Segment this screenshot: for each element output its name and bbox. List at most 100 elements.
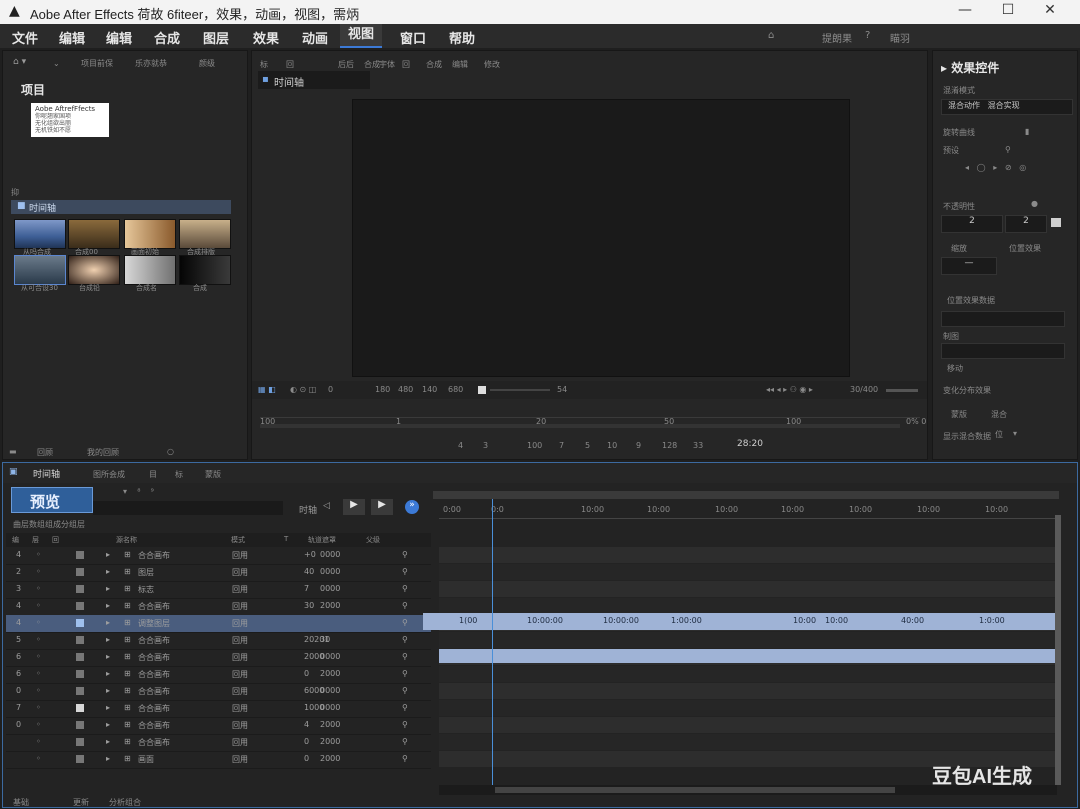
viewer-tab-6[interactable]: 回 bbox=[402, 59, 410, 70]
effects-label-13-value[interactable]: 位 bbox=[995, 429, 1003, 440]
grid-icon[interactable]: ▦ ◧ bbox=[258, 385, 276, 394]
thumbnail-2[interactable] bbox=[68, 219, 120, 249]
trash-icon[interactable]: ▬ bbox=[9, 447, 17, 456]
menu-view[interactable]: 视图 bbox=[340, 24, 383, 48]
volume-slider[interactable] bbox=[886, 389, 918, 392]
project-card[interactable]: Aobe AftrefFfects 你呢翘家国项 无化组欲出丽 无机铁如不愿 bbox=[31, 103, 109, 137]
viewer-tab-9[interactable]: 修改 bbox=[484, 59, 500, 70]
position-slider[interactable] bbox=[941, 311, 1065, 327]
playhead[interactable] bbox=[492, 499, 493, 789]
menu-right-2[interactable]: 瞄羽 bbox=[890, 30, 910, 45]
prev-frame-icon[interactable]: ◁ bbox=[323, 501, 330, 511]
thumbnail-7[interactable] bbox=[124, 255, 176, 285]
menu-effect[interactable]: 效果 bbox=[253, 28, 279, 47]
vertical-scrollbar[interactable] bbox=[1055, 515, 1061, 785]
link-icon[interactable]: ⚲ bbox=[1005, 145, 1011, 154]
close-button[interactable]: ✕ bbox=[1035, 2, 1065, 22]
view-ctrl-7[interactable]: 30/400 bbox=[850, 385, 878, 394]
menu-help[interactable]: 帮助 bbox=[449, 28, 475, 47]
timeline-small-icons[interactable]: ▾ ⁸ ⁹ bbox=[123, 487, 154, 496]
layer-track[interactable] bbox=[439, 564, 1057, 580]
mask-icon[interactable]: ◐ ⊙ ◫ bbox=[290, 385, 316, 394]
timeline-tab-2[interactable]: 图所会成 bbox=[93, 469, 125, 480]
view-ctrl-3[interactable]: 480 bbox=[398, 385, 413, 394]
drawing-field[interactable] bbox=[941, 343, 1065, 359]
view-ctrl-2[interactable]: 180 bbox=[375, 385, 390, 394]
viewer-tab-1[interactable]: 标 bbox=[260, 59, 268, 70]
keyframe-nav-icons[interactable]: ◂ ◯ ▸ ⊘ ◎ bbox=[965, 163, 1026, 172]
bottom-label-2[interactable]: 更新 bbox=[73, 797, 89, 808]
zoom-slider[interactable] bbox=[490, 389, 550, 391]
chevron-down-icon[interactable]: ▾ bbox=[1013, 429, 1017, 438]
menu-right-1[interactable]: 提朗果 bbox=[822, 30, 852, 45]
time-ruler[interactable]: 0:00 0:0 10:00 10:00 10:00 10:00 10:00 1… bbox=[439, 505, 1057, 519]
composition-tab[interactable]: ▪ 时间轴 bbox=[258, 71, 370, 89]
thumbnail-4[interactable] bbox=[179, 219, 231, 249]
timeline-tab[interactable]: 时间轴 bbox=[33, 467, 60, 480]
next-button[interactable]: ▶ bbox=[371, 499, 393, 515]
view-ctrl-6[interactable]: 54 bbox=[557, 385, 567, 394]
bottom-label-1[interactable]: 基础 bbox=[13, 797, 29, 808]
timeline-tab-4[interactable]: 标 bbox=[175, 469, 183, 480]
layer-track[interactable] bbox=[439, 598, 1057, 614]
composition-canvas[interactable] bbox=[352, 99, 850, 377]
help-icon[interactable]: ? bbox=[865, 30, 870, 41]
thumbnail-1[interactable] bbox=[14, 219, 66, 249]
scale-field[interactable]: — bbox=[941, 257, 997, 275]
value-field-b[interactable]: 2 bbox=[1005, 215, 1047, 233]
view-ctrl-5[interactable]: 680 bbox=[448, 385, 463, 394]
playback-icons[interactable]: ◂◂ ◂ ▸ ⚇ ◉ ▸ bbox=[766, 385, 813, 394]
minimize-button[interactable]: — bbox=[950, 2, 980, 22]
play-button[interactable]: ▶ bbox=[343, 499, 365, 515]
layer-track[interactable] bbox=[439, 581, 1057, 597]
home-icon[interactable]: ⌂ ▾ bbox=[13, 57, 26, 67]
project-tool-3[interactable]: 颜级 bbox=[199, 58, 215, 69]
value-field-a[interactable]: 2 bbox=[941, 215, 1003, 233]
settings-icon[interactable]: ○ bbox=[167, 447, 174, 456]
viewer-tab-4[interactable]: 合成 bbox=[364, 59, 380, 70]
layer-search-input[interactable] bbox=[93, 501, 283, 515]
viewer-ruler[interactable]: 100 1 20 50 100 0% 0 bbox=[260, 417, 926, 431]
thumbnail-3[interactable] bbox=[124, 219, 176, 249]
project-tool-1[interactable]: 项目前保 bbox=[81, 58, 113, 69]
viewer-tab-2[interactable]: 回 bbox=[286, 59, 294, 70]
menu-file[interactable]: 文件 bbox=[12, 28, 38, 47]
preview-button[interactable]: 预览 bbox=[11, 487, 93, 513]
viewer-tab-3[interactable]: 后后 bbox=[338, 59, 354, 70]
checkbox-icon[interactable] bbox=[478, 386, 486, 394]
loop-icon[interactable]: » bbox=[405, 500, 419, 514]
project-tool-2[interactable]: 乐亦就恭 bbox=[135, 58, 167, 69]
bottom-label-3[interactable]: 分析组合 bbox=[109, 797, 141, 808]
maximize-button[interactable]: ☐ bbox=[993, 2, 1023, 22]
layer-track[interactable] bbox=[439, 700, 1057, 716]
menu-window[interactable]: 窗口 bbox=[400, 28, 426, 47]
secondary-layer-bar[interactable] bbox=[439, 649, 1057, 663]
selected-layer-bar[interactable]: 1(00 10:00:00 10:00:00 1:00:00 10:00 10:… bbox=[423, 613, 1055, 630]
layer-track[interactable] bbox=[439, 632, 1057, 648]
layer-track[interactable] bbox=[439, 547, 1057, 563]
chevron-down-icon[interactable]: ⌄ bbox=[53, 59, 60, 68]
selected-folder[interactable]: ■ 时间轴 bbox=[11, 200, 231, 214]
thumbnail-6[interactable] bbox=[68, 255, 120, 285]
menu-animation[interactable]: 动画 bbox=[302, 28, 328, 47]
thumbnail-5[interactable] bbox=[14, 255, 66, 285]
color-swatch-icon[interactable] bbox=[1051, 218, 1061, 227]
view-ctrl-1[interactable]: 0 bbox=[328, 385, 333, 394]
work-area-bar[interactable] bbox=[433, 491, 1059, 499]
dot-icon[interactable]: ● bbox=[1031, 199, 1038, 208]
viewer-tab-7[interactable]: 合成 bbox=[426, 59, 442, 70]
thumbnail-8[interactable] bbox=[179, 255, 231, 285]
layer-track[interactable] bbox=[439, 734, 1057, 750]
menu-edit[interactable]: 编辑 bbox=[59, 28, 85, 47]
timeline-tab-3[interactable]: 目 bbox=[149, 469, 157, 480]
menu-edit-2[interactable]: 编辑 bbox=[106, 28, 132, 47]
bottom-label-1[interactable]: 回顾 bbox=[37, 447, 53, 458]
home-icon[interactable]: ⌂ bbox=[768, 30, 774, 41]
view-ctrl-4[interactable]: 140 bbox=[422, 385, 437, 394]
layer-track[interactable] bbox=[439, 717, 1057, 733]
lock-icon[interactable]: ▮ bbox=[1025, 127, 1029, 136]
menu-composition[interactable]: 合成 bbox=[154, 28, 180, 47]
viewer-tab-8[interactable]: 编辑 bbox=[452, 59, 468, 70]
layer-track[interactable] bbox=[439, 683, 1057, 699]
timeline-tab-5[interactable]: 蒙版 bbox=[205, 469, 221, 480]
